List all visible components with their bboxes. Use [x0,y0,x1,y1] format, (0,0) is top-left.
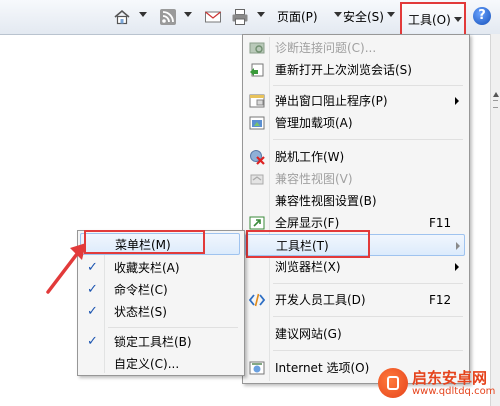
menu-item-fullscreen[interactable]: 全屏显示(F) F11 [245,212,465,234]
menu-separator [273,139,463,140]
menu-item-popup-blocker[interactable]: 弹出窗口阻止程序(P) [245,90,465,112]
check-icon: ✓ [87,334,98,349]
scroll-up-arrow-icon[interactable] [493,92,499,97]
submenu-arrow-icon [455,97,459,105]
menu-item-toolbars[interactable]: 工具栏(T) [245,234,465,256]
submenu-item-favorites-bar[interactable]: ✓ 收藏夹栏(A) [80,257,240,279]
print-icon[interactable] [231,8,249,26]
menu-item-reopen-session[interactable]: 重新打开上次浏览会话(S) [245,59,465,81]
toolbars-submenu: 菜单栏(M) ✓ 收藏夹栏(A) ✓ 命令栏(C) ✓ 状态栏(S) ✓ 锁定工… [77,230,245,376]
watermark: 启东安卓网 www.qdltdq.com [378,366,496,402]
menu-item-label: 脱机工作(W) [275,150,345,164]
menu-separator [273,283,463,284]
menu-item-label: 自定义(C)... [114,357,180,371]
menu-item-diagnose-connection[interactable]: 诊断连接问题(C)... [245,37,465,59]
home-icon[interactable] [113,8,131,26]
submenu-arrow-icon [455,263,459,271]
menu-separator [273,350,463,351]
tools-menu-label: 工具(O) [408,13,451,27]
check-icon: ✓ [87,304,98,319]
menu-item-label: 收藏夹栏(A) [114,261,180,275]
menu-item-shortcut: F11 [429,216,452,230]
tools-menu: 诊断连接问题(C)... 重新打开上次浏览会话(S) 弹出窗口阻止程序(P) 管… [242,34,470,384]
page-menu-button[interactable]: 页面(P) [277,6,318,28]
submenu-item-command-bar[interactable]: ✓ 命令栏(C) [80,279,240,301]
menu-item-developer-tools[interactable]: 开发人员工具(D) F12 [245,289,465,311]
menu-item-label: 兼容性视图设置(B) [275,194,377,208]
fullscreen-icon [249,216,265,230]
feeds-icon[interactable] [159,8,177,26]
menu-item-label: 开发人员工具(D) [275,293,366,307]
menu-separator [108,327,238,328]
menu-item-work-offline[interactable]: 脱机工作(W) [245,146,465,168]
menu-item-label: 锁定工具栏(B) [114,335,192,349]
menu-item-shortcut: F12 [429,293,452,307]
submenu-item-status-bar[interactable]: ✓ 状态栏(S) [80,301,240,323]
tools-menu-button[interactable]: 工具(O) [400,2,466,38]
print-dropdown-caret[interactable] [257,12,265,17]
offline-icon [250,150,265,165]
mail-icon[interactable] [204,8,222,26]
network-diagnose-icon [249,42,265,54]
addons-icon [249,116,265,130]
home-dropdown-caret[interactable] [139,12,147,17]
menu-item-label: 重新打开上次浏览会话(S) [275,63,412,77]
menu-item-label: 管理加载项(A) [275,116,353,130]
submenu-item-lock-toolbars[interactable]: ✓ 锁定工具栏(B) [80,331,240,353]
menu-item-label: 建议网站(G) [275,327,342,341]
watermark-logo-icon [378,368,408,398]
menu-item-compat-view-settings[interactable]: 兼容性视图设置(B) [245,190,465,212]
menu-item-label: 工具栏(T) [276,239,329,253]
submenu-arrow-icon [456,242,460,250]
menu-item-compat-view[interactable]: 兼容性视图(V) [245,168,465,190]
feeds-dropdown-caret[interactable] [184,12,192,17]
reopen-session-icon [250,63,264,77]
watermark-title: 启东安卓网 [412,369,488,387]
menu-item-label: 全屏显示(F) [275,216,340,230]
page-scroll-edge [490,34,500,406]
popup-blocker-icon [249,94,265,108]
annotation-arrow-icon [46,243,86,294]
menu-item-label: 兼容性视图(V) [275,172,353,186]
developer-tools-icon [249,293,265,307]
page-dropdown-caret[interactable] [334,12,342,17]
help-icon[interactable]: ? [473,7,491,25]
menu-item-label: 弹出窗口阻止程序(P) [275,94,388,108]
menu-separator [273,316,463,317]
menu-item-explorer-bars[interactable]: 浏览器栏(X) [245,256,465,278]
menu-item-label: 菜单栏(M) [115,238,171,252]
compat-view-icon [250,174,264,185]
menu-item-label: 浏览器栏(X) [275,260,341,274]
internet-options-icon [249,361,265,375]
safety-dropdown-caret[interactable] [387,12,395,17]
menu-item-manage-addons[interactable]: 管理加载项(A) [245,112,465,134]
submenu-item-customize[interactable]: 自定义(C)... [80,353,240,375]
menu-item-label: Internet 选项(O) [275,361,370,375]
submenu-item-menu-bar[interactable]: 菜单栏(M) [80,233,240,255]
menu-item-suggested-sites[interactable]: 建议网站(G) [245,323,465,345]
tools-dropdown-caret [454,17,462,22]
menu-item-label: 命令栏(C) [114,283,168,297]
menu-item-label: 状态栏(S) [114,305,167,319]
safety-menu-button[interactable]: 安全(S) [343,6,384,28]
menu-separator [273,85,463,86]
watermark-url: www.qdltdq.com [412,386,496,397]
grip-icon [493,100,498,108]
menu-item-label: 诊断连接问题(C)... [275,41,377,55]
command-bar: 页面(P) 安全(S) 工具(O) ? [0,0,500,38]
